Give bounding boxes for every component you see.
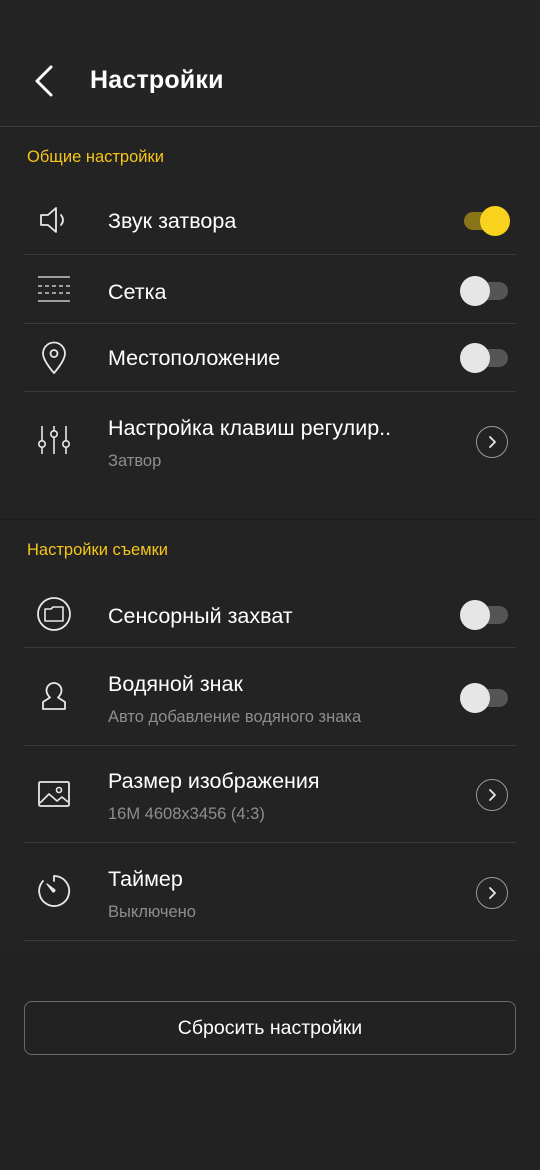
header: Настройки [0, 0, 540, 127]
grid-label: Сетка [108, 280, 167, 304]
back-button[interactable] [24, 58, 64, 104]
toggle-knob [460, 276, 490, 306]
divider [24, 940, 516, 941]
shooting-settings-section: Настройки съемки Сенсорный захват Водяно… [0, 520, 540, 950]
location-label: Местоположение [108, 346, 281, 370]
image-icon [34, 774, 74, 814]
chevron-right-icon [489, 789, 496, 801]
key-customization-sublabel: Затвор [108, 452, 162, 470]
key-customization-label: Настройка клавиш регулир.. [108, 416, 392, 440]
grid-icon [34, 269, 74, 309]
watermark-sublabel: Авто добавление водяного знака [108, 708, 362, 726]
reset-settings-button[interactable]: Сбросить настройки [24, 1001, 516, 1055]
location-row[interactable]: Местоположение [0, 324, 540, 392]
general-settings-section: Общие настройки Звук затвора Сетка Место… [0, 128, 540, 519]
shutter-sound-label: Звук затвора [108, 209, 237, 233]
toggle-knob [480, 206, 510, 236]
chevron-right-icon [489, 436, 496, 448]
toggle-knob [460, 343, 490, 373]
watermark-person-icon [34, 676, 74, 716]
image-size-sublabel: 16M 4608x3456 (4:3) [108, 805, 265, 823]
section-title-shooting: Настройки съемки [27, 541, 169, 559]
sliders-icon [34, 420, 74, 460]
shutter-sound-toggle[interactable] [460, 204, 510, 236]
grid-toggle[interactable] [460, 274, 510, 306]
timer-row[interactable]: Таймер Выключено [0, 843, 540, 941]
section-title-general: Общие настройки [27, 148, 164, 166]
touch-capture-toggle[interactable] [460, 598, 510, 630]
image-size-row[interactable]: Размер изображения 16M 4608x3456 (4:3) [0, 746, 540, 843]
chevron-left-icon [35, 65, 53, 97]
chevron-right-button[interactable] [476, 779, 508, 811]
timer-sublabel: Выключено [108, 903, 196, 921]
speaker-icon [34, 200, 74, 240]
chevron-right-button[interactable] [476, 877, 508, 909]
timer-icon [34, 871, 74, 911]
image-size-label: Размер изображения [108, 769, 320, 793]
shutter-sound-row[interactable]: Звук затвора [0, 184, 540, 255]
touch-capture-icon [34, 594, 74, 634]
watermark-toggle[interactable] [460, 681, 510, 713]
chevron-right-icon [489, 887, 496, 899]
location-toggle[interactable] [460, 341, 510, 373]
timer-label: Таймер [108, 867, 183, 891]
watermark-row[interactable]: Водяной знак Авто добавление водяного зн… [0, 648, 540, 746]
settings-screen: Настройки Общие настройки Звук затвора С… [0, 0, 540, 1170]
page-title: Настройки [90, 66, 224, 94]
chevron-right-button[interactable] [476, 426, 508, 458]
grid-row[interactable]: Сетка [0, 255, 540, 324]
touch-capture-row[interactable]: Сенсорный захват [0, 580, 540, 648]
watermark-label: Водяной знак [108, 672, 243, 696]
toggle-knob [460, 600, 490, 630]
location-pin-icon [34, 338, 74, 378]
touch-capture-label: Сенсорный захват [108, 604, 293, 628]
key-customization-row[interactable]: Настройка клавиш регулир.. Затвор [0, 392, 540, 492]
toggle-knob [460, 683, 490, 713]
